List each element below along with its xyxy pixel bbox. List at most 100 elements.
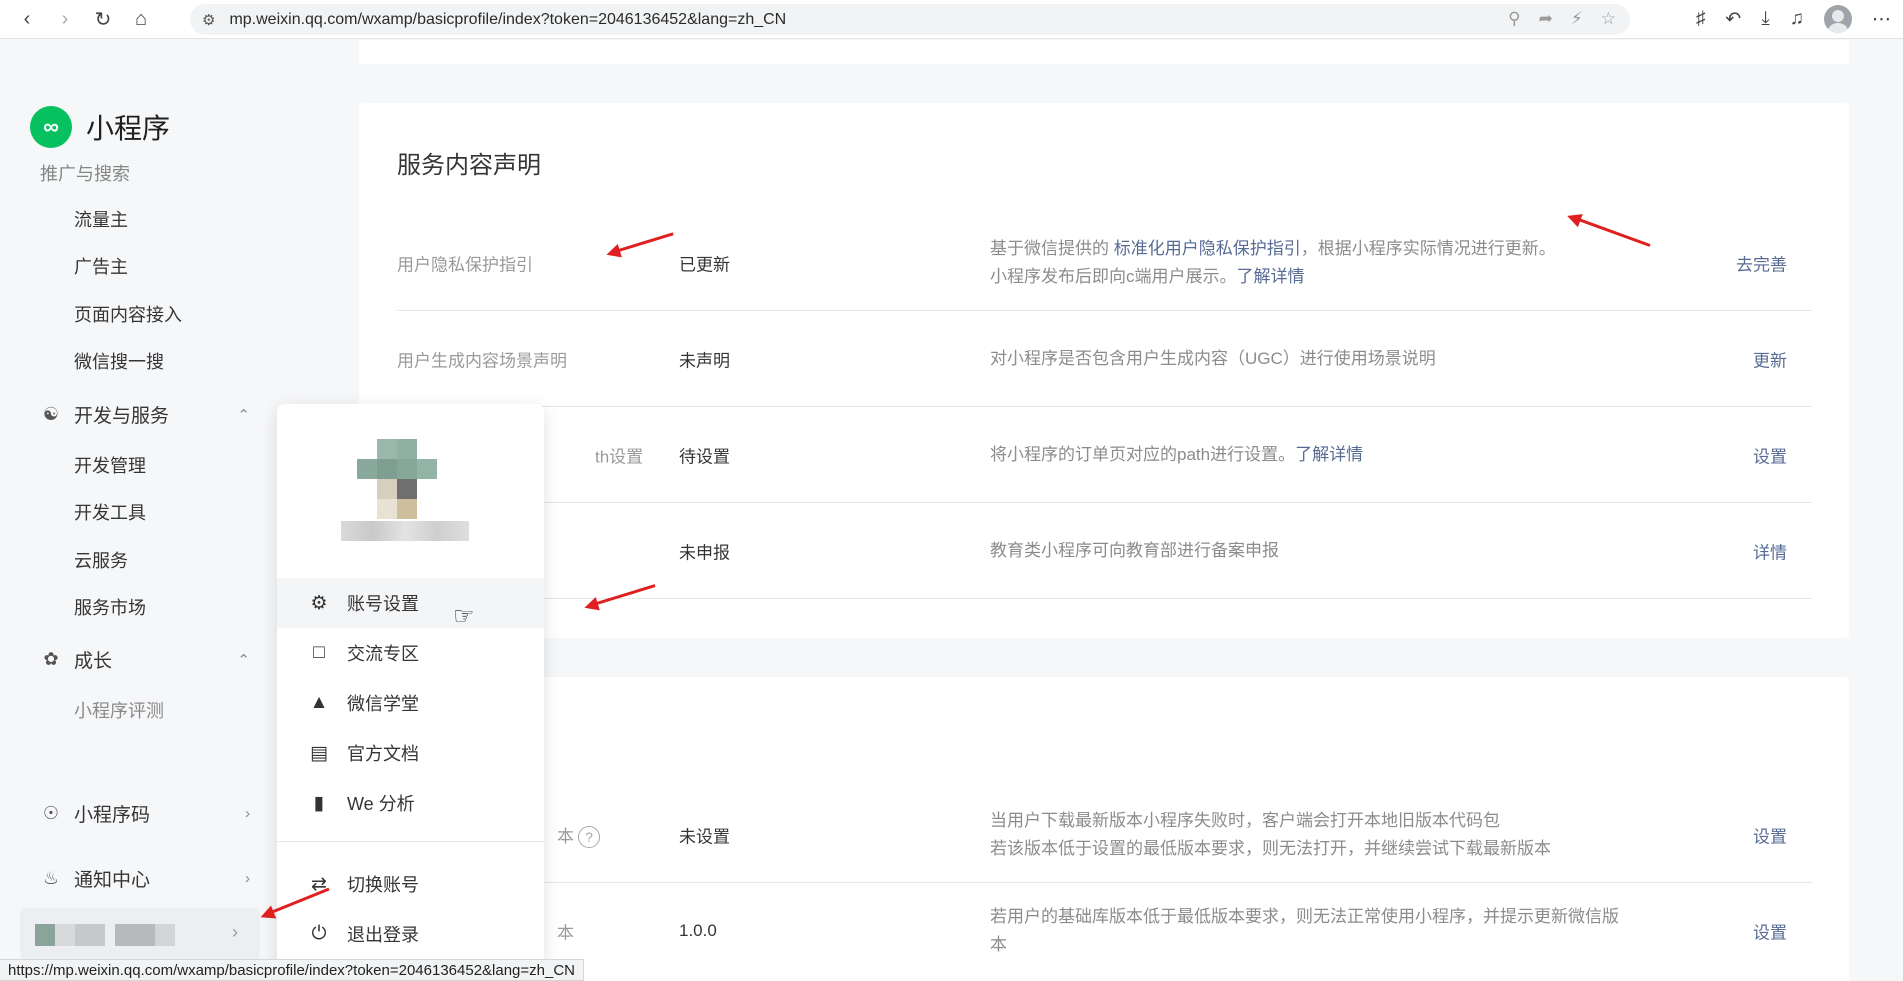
table-row: th设置 待设置 将小程序的订单页对应的path进行设置。了解详情 设置 bbox=[397, 407, 1812, 503]
analytics-icon: ▮ bbox=[313, 792, 325, 814]
panel-top-fragment bbox=[359, 40, 1849, 64]
community-menu-item[interactable]: □ 交流专区 bbox=[277, 628, 544, 678]
learn-more-link[interactable]: 了解详情 bbox=[1237, 267, 1305, 286]
share-icon[interactable]: ➦ bbox=[1539, 9, 1553, 29]
we-analytics-menu-item[interactable]: ▮ We 分析 bbox=[277, 778, 544, 828]
leaf-icon: ✿ bbox=[43, 649, 59, 669]
user-account-pill[interactable]: › bbox=[20, 908, 260, 960]
menu-item-label: We 分析 bbox=[347, 794, 415, 814]
more-icon[interactable]: ⋯ bbox=[1872, 8, 1891, 31]
cluster-icon: ☯ bbox=[42, 404, 60, 424]
desc-text: 若该版本低于设置的最低版本要求，则无法打开，并继续尝试下载最新版本 bbox=[990, 838, 1551, 858]
row-label: 用户隐私保护指引 bbox=[397, 255, 533, 274]
wechat-academy-menu-item[interactable]: ▲ 微信学堂 bbox=[277, 678, 544, 728]
sidebar-item-cloud[interactable]: 云服务 bbox=[74, 547, 128, 573]
reload-icon[interactable]: ↻ bbox=[84, 3, 122, 35]
chevron-up-icon: ⌃ bbox=[237, 406, 250, 424]
sidebar-item-evaluation[interactable]: 小程序评测 bbox=[74, 697, 164, 723]
sidebar-item-dev-manage[interactable]: 开发管理 bbox=[74, 452, 146, 478]
avatar bbox=[341, 439, 469, 549]
desc-text: 将小程序的订单页对应的path进行设置。 bbox=[990, 444, 1296, 464]
bell-icon: ♨ bbox=[42, 868, 60, 888]
setting-button[interactable]: 设置 bbox=[1753, 442, 1787, 467]
sidebar-group-label: 成长 bbox=[74, 651, 113, 672]
sidebar-item-market[interactable]: 服务市场 bbox=[74, 594, 146, 620]
sidebar-item-dev-tools[interactable]: 开发工具 bbox=[74, 499, 146, 525]
sidebar-group-notify[interactable]: ♨ 通知中心 › bbox=[40, 865, 250, 892]
sidebar-item-traffic[interactable]: 流量主 bbox=[74, 206, 128, 232]
row-description: 若用户的基础库版本低于最低版本要求，则无法正常使用小程序，并提示更新微信版 本 bbox=[990, 903, 1670, 959]
table-row: 用户生成内容场景声明 未声明 对小程序是否包含用户生成内容（UGC）进行使用场景… bbox=[397, 311, 1812, 407]
chevron-right-icon: › bbox=[245, 870, 250, 887]
update-button[interactable]: 更新 bbox=[1753, 346, 1787, 371]
app-logo[interactable]: ∞ 小程序 bbox=[30, 106, 170, 148]
sidebar-group-label: 开发与服务 bbox=[74, 406, 170, 427]
menu-item-label: 账号设置 bbox=[347, 594, 419, 614]
row-status: 未申报 bbox=[679, 543, 730, 562]
menu-item-label: 切换账号 bbox=[347, 875, 419, 895]
row-label: 用户生成内容场景声明 bbox=[397, 351, 567, 370]
logo-text: 小程序 bbox=[86, 113, 171, 144]
sidebar-item-wechat-search[interactable]: 微信搜一搜 bbox=[74, 348, 164, 374]
desc-text: ，根据小程序实际情况进行更新。 bbox=[1300, 238, 1556, 258]
address-bar[interactable]: ⚙ mp.weixin.qq.com/wxamp/basicprofile/in… bbox=[190, 4, 1630, 35]
desc-text: 基于微信提供的 bbox=[990, 238, 1114, 258]
sidebar-group-qrcode[interactable]: ☉ 小程序码 › bbox=[40, 800, 250, 827]
sidebar-group-label: 小程序码 bbox=[74, 805, 151, 826]
key-icon[interactable]: ⚲ bbox=[1508, 9, 1520, 29]
download-icon[interactable]: ⤓ bbox=[1761, 8, 1769, 30]
table-row: 未申报 教育类小程序可向教育部进行备案申报 详情 bbox=[397, 503, 1812, 599]
extensions-icon[interactable]: ♯ bbox=[1696, 8, 1706, 30]
table-row: 本 1.0.0 若用户的基础库版本低于最低版本要求，则无法正常使用小程序，并提示… bbox=[397, 883, 1812, 979]
complete-button[interactable]: 去完善 bbox=[1736, 250, 1787, 275]
switch-account-menu-item[interactable]: ⇄ 切换账号 bbox=[277, 859, 544, 909]
row-status: 未声明 bbox=[679, 351, 730, 370]
hand-cursor-icon: ☞ bbox=[453, 603, 475, 630]
table-row: 用户隐私保护指引 已更新 基于微信提供的 标准化用户隐私保护指引，根据小程序实际… bbox=[397, 215, 1812, 311]
url-text[interactable]: mp.weixin.qq.com/wxamp/basicprofile/inde… bbox=[229, 11, 786, 29]
sidebar-group-growth[interactable]: ✿ 成长 ⌃ bbox=[40, 646, 250, 673]
sidebar-item-page-content[interactable]: 页面内容接入 bbox=[74, 301, 182, 327]
status-bar-url: https://mp.weixin.qq.com/wxamp/basicprof… bbox=[0, 959, 585, 981]
menu-divider bbox=[277, 841, 544, 842]
learn-more-link[interactable]: 了解详情 bbox=[1295, 445, 1363, 464]
sidebar-item-promotion[interactable]: 推广与搜索 bbox=[40, 160, 130, 186]
setting-button[interactable]: 设置 bbox=[1753, 822, 1787, 847]
details-button[interactable]: 详情 bbox=[1753, 538, 1787, 563]
lightning-icon[interactable]: ⚡ bbox=[1571, 9, 1583, 29]
privacy-guide-link[interactable]: 标准化用户隐私保护指引 bbox=[1114, 239, 1301, 258]
profile-avatar-icon[interactable] bbox=[1824, 5, 1852, 33]
help-icon[interactable]: ? bbox=[578, 825, 600, 848]
row-status: 已更新 bbox=[679, 255, 730, 274]
site-info-icon[interactable]: ⚙ bbox=[202, 11, 215, 29]
setting-button[interactable]: 设置 bbox=[1753, 919, 1787, 944]
menu-item-label: 官方文档 bbox=[347, 744, 419, 764]
desc-text: 当用户下载最新版本小程序失败时，客户端会打开本地旧版本代码包 bbox=[990, 810, 1500, 830]
section-title: 服务内容声明 bbox=[397, 152, 541, 179]
logout-menu-item[interactable]: ⏻ 退出登录 bbox=[277, 909, 544, 959]
row-description: 将小程序的订单页对应的path进行设置。了解详情 bbox=[990, 441, 1670, 469]
sidebar-group-label: 通知中心 bbox=[74, 870, 151, 891]
account-settings-menu-item[interactable]: ⚙ 账号设置 bbox=[277, 578, 544, 628]
miniprogram-logo-icon: ∞ bbox=[30, 106, 72, 148]
home-icon[interactable]: ⌂ bbox=[122, 3, 160, 35]
forward-icon[interactable]: › bbox=[46, 3, 84, 35]
media-icon[interactable]: ♫ bbox=[1790, 8, 1804, 30]
sidebar-group-dev[interactable]: ☯ 开发与服务 ⌃ bbox=[40, 401, 250, 428]
chevron-right-icon: › bbox=[232, 922, 238, 942]
sidebar-item-advertiser[interactable]: 广告主 bbox=[74, 253, 128, 279]
row-status: 待设置 bbox=[679, 447, 730, 466]
menu-item-label: 微信学堂 bbox=[347, 694, 419, 714]
back-icon[interactable]: ‹ bbox=[8, 3, 46, 35]
sun-icon: ☉ bbox=[42, 803, 60, 823]
table-row: 本? 未设置 当用户下载最新版本小程序失败时，客户端会打开本地旧版本代码包 若该… bbox=[397, 787, 1812, 883]
star-icon[interactable]: ☆ bbox=[1601, 9, 1616, 29]
menu-item-label: 退出登录 bbox=[347, 925, 419, 945]
official-docs-menu-item[interactable]: ▤ 官方文档 bbox=[277, 728, 544, 778]
undo-icon[interactable]: ↶ bbox=[1725, 8, 1741, 31]
gear-icon: ⚙ bbox=[310, 592, 328, 614]
row-description: 对小程序是否包含用户生成内容（UGC）进行使用场景说明 bbox=[990, 348, 1436, 368]
chevron-right-icon: › bbox=[245, 805, 250, 822]
power-icon: ⏻ bbox=[311, 923, 327, 944]
version-settings-panel: 本? 未设置 当用户下载最新版本小程序失败时，客户端会打开本地旧版本代码包 若该… bbox=[359, 677, 1849, 981]
